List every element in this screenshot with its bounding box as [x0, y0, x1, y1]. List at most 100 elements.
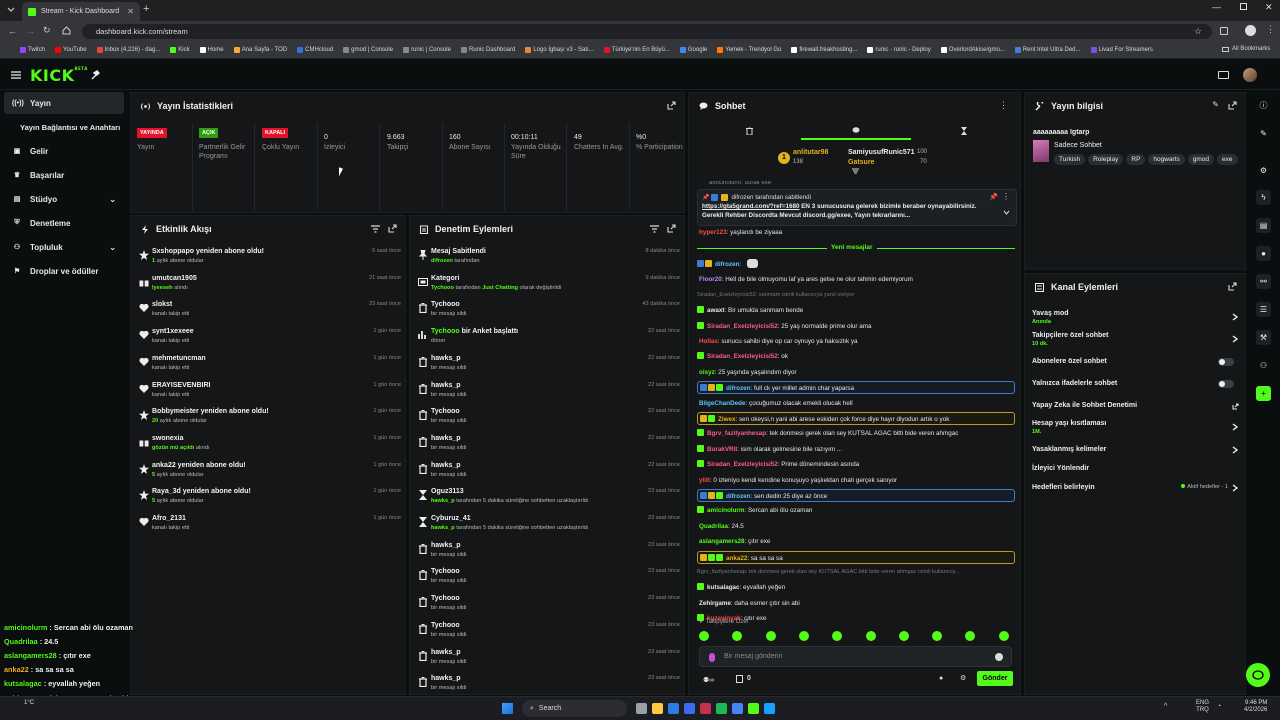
stream-tag[interactable]: Roleplay: [1088, 154, 1124, 165]
home-icon[interactable]: [62, 26, 71, 35]
popout-icon[interactable]: [667, 101, 676, 110]
bookmark-item[interactable]: Kick: [170, 47, 190, 53]
chat-user[interactable]: Zehirgame: [699, 600, 731, 607]
bookmark-item[interactable]: firewall.freakhosting...: [791, 47, 857, 53]
bookmark-item[interactable]: Home: [199, 47, 224, 53]
emote-icon[interactable]: [932, 631, 943, 641]
list-icon[interactable]: ☰: [1256, 302, 1271, 317]
browser-menu-icon[interactable]: ⋮: [1266, 24, 1275, 35]
popout-icon[interactable]: [1228, 101, 1237, 110]
feed-item[interactable]: Afro_2131 kanalı takip etti 1 gün önce: [137, 512, 401, 539]
forward-button[interactable]: →: [26, 26, 35, 36]
chat-user[interactable]: anka22: [726, 555, 747, 562]
chat-user[interactable]: difrozen: [726, 385, 751, 392]
bookmark-item[interactable]: Türkiye'nin En Büyü...: [603, 47, 670, 53]
sidebar-item[interactable]: ⚑ Droplar ve ödüller: [4, 260, 124, 282]
chat-user[interactable]: Bgrv_fazilyanhesap: [707, 430, 766, 437]
all-bookmarks[interactable]: All Bookmarks: [1222, 46, 1270, 52]
browser-tab[interactable]: Stream - Kick Dashboard ✕: [22, 2, 140, 21]
teams-icon[interactable]: [684, 703, 695, 714]
clock[interactable]: 9:46 PM 4/2/2026: [1244, 700, 1267, 714]
emote-icon[interactable]: [765, 631, 776, 641]
hammer-icon[interactable]: [90, 70, 100, 80]
stream-tag[interactable]: RP: [1126, 154, 1146, 165]
feed-item[interactable]: hawks_p bir mesajı sildi 23 saat önce: [416, 646, 680, 673]
toggle-switch[interactable]: [1218, 380, 1234, 388]
chevron-right-icon[interactable]: [1232, 423, 1238, 431]
feed-item[interactable]: mehmetuncman kanalı takip etti 1 gün önce: [137, 352, 401, 379]
feed-item[interactable]: swonexia gözün mü açıldı alındı 1 gün önce: [137, 432, 401, 459]
feed-item[interactable]: synt1xexeee kanalı takip etti 1 gün önce: [137, 325, 401, 352]
reload-icon[interactable]: ↻: [43, 25, 51, 36]
feed-item[interactable]: Tychooo bir mesajı sildi 23 saat önce: [416, 565, 680, 592]
stream-tag[interactable]: hogwarts: [1148, 154, 1185, 165]
sidebar-item[interactable]: Yayın Bağlantısı ve Anahtarı: [4, 116, 124, 138]
channel-action-row[interactable]: Yasaklanmış kelimeler: [1032, 446, 1242, 464]
support-chat-button[interactable]: [1246, 663, 1270, 687]
unpin-icon[interactable]: 📌: [989, 193, 998, 201]
channel-action-row[interactable]: İzleyici Yönlendir: [1032, 465, 1242, 483]
feed-item[interactable]: Tychooo bir mesajı sildi 23 saat önce: [416, 619, 680, 646]
bookmark-item[interactable]: Yemek - Trendyol Go: [717, 47, 781, 53]
emote-icon[interactable]: [898, 631, 909, 641]
chevron-down-icon[interactable]: ⌄: [109, 243, 116, 252]
chevron-right-icon[interactable]: [1232, 335, 1238, 343]
feed-item[interactable]: Tychooo bir mesajı sildi 43 dakika önce: [416, 298, 680, 325]
chat-user[interactable]: aslangamers28: [699, 538, 745, 545]
minimize-button[interactable]: —: [1212, 2, 1221, 12]
popout-icon[interactable]: [667, 224, 676, 233]
hourglass-icon[interactable]: [961, 127, 967, 135]
kick-app-icon[interactable]: [748, 703, 759, 714]
chevron-right-icon[interactable]: [1232, 484, 1238, 492]
info-icon[interactable]: ⓘ: [1256, 98, 1271, 113]
extensions-icon[interactable]: [1220, 27, 1228, 35]
bookmark-item[interactable]: Inbox (4,226) - dag...: [96, 47, 160, 53]
feed-item[interactable]: Tychooo bir Anket başlattı döner 22 saat ö…: [416, 325, 680, 352]
bookmark-item[interactable]: YouTube: [55, 47, 87, 53]
emote-icon[interactable]: [699, 631, 709, 641]
chat-user[interactable]: hyper123: [699, 229, 727, 236]
settings-icon[interactable]: ⚙: [1256, 163, 1271, 178]
channel-action-row[interactable]: Hesap yaşı kısıtlaması 1M.: [1032, 420, 1242, 438]
wallet-header-icon[interactable]: [1218, 71, 1229, 79]
sidebar-item[interactable]: ▣ Gelir: [4, 140, 124, 162]
chat-user[interactable]: Ziwex: [718, 416, 736, 423]
sidebar-item[interactable]: ▤ Stüdyo ⌄: [4, 188, 124, 210]
emote-icon[interactable]: [832, 631, 843, 641]
bookmark-item[interactable]: Google: [679, 47, 707, 53]
edit-icon[interactable]: ✎: [1212, 100, 1219, 109]
emote-icon[interactable]: [965, 631, 976, 641]
bookmark-item[interactable]: Logo İgbaşı v3 - Satı...: [525, 47, 594, 53]
close-window-button[interactable]: ✕: [1265, 2, 1273, 13]
tray-chevron-icon[interactable]: ^: [1164, 703, 1167, 710]
feed-item[interactable]: ERAYISEVENBIRI kanalı takip etti 1 gün önc…: [137, 379, 401, 406]
bookmark-item[interactable]: OverlordAkise/gmo...: [940, 47, 1005, 53]
feed-user[interactable]: Tychooo: [431, 328, 460, 335]
chat-user[interactable]: Siradan_Exelzleyicisi52: [707, 353, 778, 360]
tab-close-icon[interactable]: ✕: [127, 7, 134, 16]
bookmark-item[interactable]: runic - runic - Deploy: [867, 47, 931, 53]
feed-item[interactable]: Bobbymeister yeniden abone oldu! 20 aylık…: [137, 405, 401, 432]
trash-icon[interactable]: [746, 127, 753, 135]
emote-icon[interactable]: [865, 631, 876, 641]
wifi-icon[interactable]: ◔: [1217, 703, 1221, 710]
feed-item[interactable]: Kategori Tychooo tarafından Just Chatting…: [416, 272, 680, 299]
chevron-down-icon[interactable]: ⌄: [109, 195, 116, 204]
chat-user[interactable]: Hollas: [699, 338, 718, 345]
user-avatar[interactable]: [1243, 68, 1257, 82]
feed-item[interactable]: hawks_p bir mesajı sildi 22 saat önce: [416, 379, 680, 406]
filter-icon[interactable]: [650, 225, 659, 233]
feed-item[interactable]: Raya_3d yeniden abone oldu! 5 aylık abone…: [137, 485, 401, 512]
back-button[interactable]: ←: [8, 26, 17, 36]
chat-menu-icon[interactable]: ⋮: [999, 100, 1008, 111]
chat-user[interactable]: BilgeChanDede: [699, 400, 746, 407]
users-icon[interactable]: ⚉∞: [703, 676, 714, 684]
stream-category[interactable]: Sadece Sohbet: [1054, 142, 1102, 149]
chevron-right-icon[interactable]: [1232, 313, 1238, 321]
chat-user[interactable]: Quadrilaa: [699, 523, 728, 530]
chat-bubble-icon[interactable]: ●: [1256, 246, 1271, 261]
chat-user[interactable]: awaxt: [707, 307, 725, 314]
channel-action-row[interactable]: Yalnızca ifadelerle sohbet: [1032, 380, 1242, 398]
feed-item[interactable]: hawks_p bir mesajı sildi 22 saat önce: [416, 432, 680, 459]
bookmark-item[interactable]: Runic Dashboard: [460, 47, 515, 53]
